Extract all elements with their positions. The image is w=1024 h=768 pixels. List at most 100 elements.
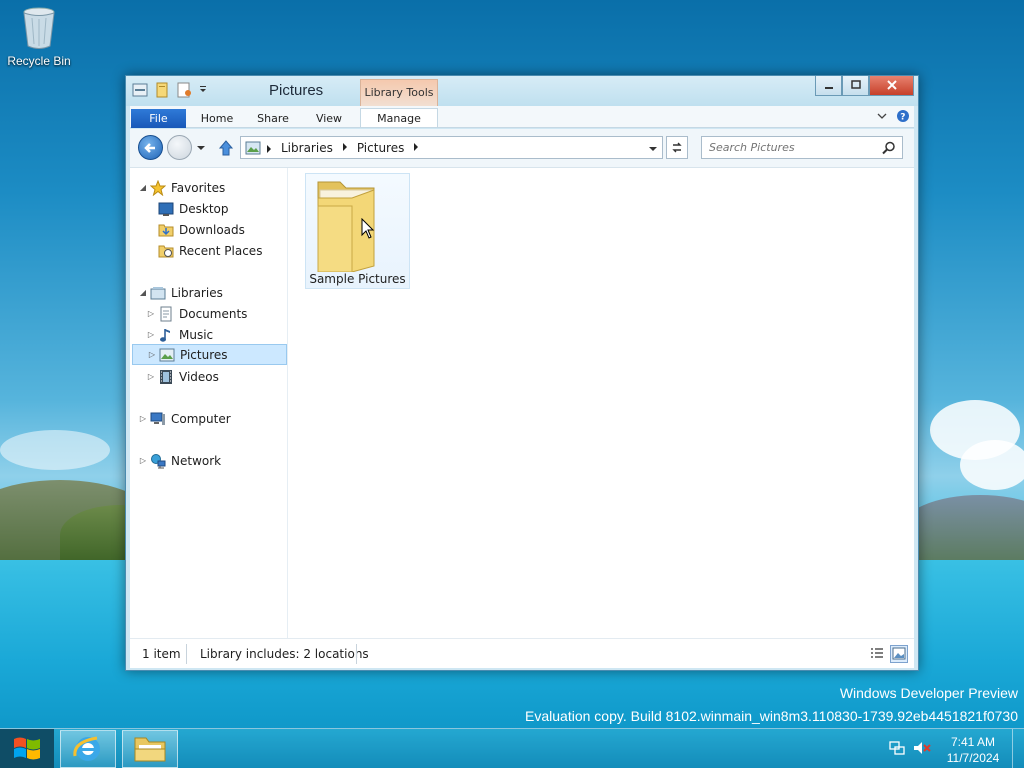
nav-libraries-label: Libraries [171, 285, 223, 300]
watermark-title: Windows Developer Preview [839, 685, 1018, 701]
clock-date: 11/7/2024 [946, 751, 1000, 765]
breadcrumb-separator-icon[interactable] [412, 141, 420, 155]
folder-name-label: Sample Pictures [309, 272, 406, 286]
expand-arrow-icon[interactable]: ▷ [146, 309, 156, 318]
expand-arrow-icon[interactable]: ▷ [146, 372, 156, 381]
folder-tile-sample-pictures[interactable]: Sample Pictures [305, 173, 410, 289]
nav-downloads-label: Downloads [179, 222, 245, 237]
navigation-bar: Libraries Pictures [130, 129, 914, 167]
back-button[interactable] [138, 135, 163, 160]
content-area: ◢ Favorites Desktop Downloads Recent Pla… [130, 167, 914, 638]
desktop-icon [158, 201, 174, 217]
nav-pictures[interactable]: ▷ Pictures [132, 344, 287, 365]
refresh-button[interactable] [666, 136, 688, 159]
system-clock[interactable]: 7:41 AM 11/7/2024 [940, 734, 1006, 766]
expand-arrow-icon[interactable]: ▷ [146, 330, 156, 339]
forward-button[interactable] [167, 135, 192, 160]
search-icon[interactable] [882, 141, 896, 158]
start-button[interactable] [0, 729, 54, 768]
back-arrow-icon [144, 143, 155, 153]
breadcrumb: Libraries Pictures [281, 141, 420, 155]
caption-buttons [815, 76, 914, 96]
properties-icon[interactable] [154, 82, 170, 98]
collapse-arrow-icon[interactable]: ◢ [138, 183, 148, 192]
windows-logo-icon [14, 737, 40, 760]
customize-qat-chevron-icon[interactable] [198, 82, 208, 98]
wallpaper-cloud [0, 430, 110, 470]
star-icon [149, 179, 167, 196]
details-view-icon [871, 648, 883, 658]
nav-downloads[interactable]: Downloads [156, 219, 245, 240]
libraries-icon [150, 285, 166, 301]
up-arrow-icon[interactable] [218, 139, 234, 160]
taskbar: 7:41 AM 11/7/2024 [0, 728, 1024, 768]
volume-muted-icon[interactable] [912, 739, 932, 760]
recent-places-icon [158, 243, 174, 259]
close-button[interactable] [869, 76, 914, 96]
notification-area [888, 729, 932, 768]
svg-text:?: ? [900, 113, 905, 123]
nav-desktop[interactable]: Desktop [156, 198, 229, 219]
music-note-icon [158, 327, 174, 343]
minimize-button[interactable] [815, 76, 842, 96]
nav-computer[interactable]: ▷ Computer [138, 408, 231, 429]
breadcrumb-libraries[interactable]: Libraries [281, 141, 333, 155]
window-title: Pictures [269, 82, 324, 99]
nav-videos[interactable]: ▷ Videos [146, 366, 219, 387]
title-bar[interactable]: Library Tools Pictures [126, 76, 918, 107]
network-icon [150, 453, 166, 469]
status-bar: 1 item Library includes: 2 locations [130, 638, 914, 668]
internet-explorer-icon [73, 736, 100, 761]
address-history-dropdown-icon[interactable] [648, 143, 658, 157]
library-locations-info: Library includes: 2 locations [200, 647, 369, 661]
breadcrumb-pictures[interactable]: Pictures [357, 141, 405, 155]
tab-home[interactable]: Home [192, 109, 242, 128]
network-status-icon[interactable] [888, 739, 906, 760]
nav-favorites[interactable]: ◢ Favorites [138, 177, 225, 198]
new-folder-icon[interactable] [176, 82, 192, 98]
taskbar-internet-explorer[interactable] [60, 730, 116, 768]
expand-ribbon-chevron-icon[interactable] [876, 110, 888, 125]
tab-share[interactable]: Share [248, 109, 298, 128]
help-icon[interactable]: ? [896, 109, 910, 126]
ribbon-tabs: File Home Share View Manage ? [130, 106, 914, 128]
details-view-button[interactable] [868, 645, 886, 663]
collapse-arrow-icon[interactable]: ◢ [138, 288, 148, 297]
ribbon-right-controls: ? [876, 109, 910, 126]
item-count: 1 item [142, 647, 181, 661]
nav-music[interactable]: ▷ Music [146, 324, 213, 345]
nav-computer-label: Computer [171, 411, 231, 426]
nav-pictures-label: Pictures [180, 347, 228, 362]
large-icons-view-button[interactable] [890, 645, 908, 663]
nav-recent-places[interactable]: Recent Places [156, 240, 262, 261]
expand-arrow-icon[interactable]: ▷ [138, 456, 148, 465]
expand-arrow-icon[interactable]: ▷ [138, 414, 148, 423]
search-input[interactable] [702, 137, 872, 158]
refresh-icon [672, 142, 682, 153]
large-icons-view-icon [892, 647, 906, 660]
documents-icon [158, 306, 174, 322]
expand-arrow-icon[interactable]: ▷ [147, 350, 157, 359]
window-menu-icon[interactable] [132, 82, 148, 98]
breadcrumb-root-chevron-icon[interactable] [265, 143, 273, 157]
nav-music-label: Music [179, 327, 214, 342]
tab-view[interactable]: View [304, 109, 354, 128]
tab-manage[interactable]: Manage [360, 108, 438, 127]
nav-network[interactable]: ▷ Network [138, 450, 221, 471]
nav-documents[interactable]: ▷ Documents [146, 303, 247, 324]
maximize-button[interactable] [842, 76, 869, 96]
recycle-bin-shortcut[interactable]: Recycle Bin [4, 6, 74, 68]
downloads-folder-icon [158, 222, 174, 238]
maximize-icon [850, 80, 861, 89]
address-bar[interactable]: Libraries Pictures [240, 136, 663, 159]
nav-videos-label: Videos [179, 369, 219, 384]
taskbar-file-explorer[interactable] [122, 730, 178, 768]
show-desktop-button[interactable] [1012, 729, 1024, 768]
nav-favorites-label: Favorites [171, 180, 226, 195]
recent-locations-chevron-icon[interactable] [196, 142, 206, 156]
breadcrumb-separator-icon[interactable] [341, 141, 349, 155]
nav-documents-label: Documents [179, 306, 248, 321]
navigation-pane[interactable]: ◢ Favorites Desktop Downloads Recent Pla… [130, 168, 288, 638]
nav-libraries[interactable]: ◢ Libraries [138, 282, 223, 303]
tab-file[interactable]: File [131, 109, 186, 128]
